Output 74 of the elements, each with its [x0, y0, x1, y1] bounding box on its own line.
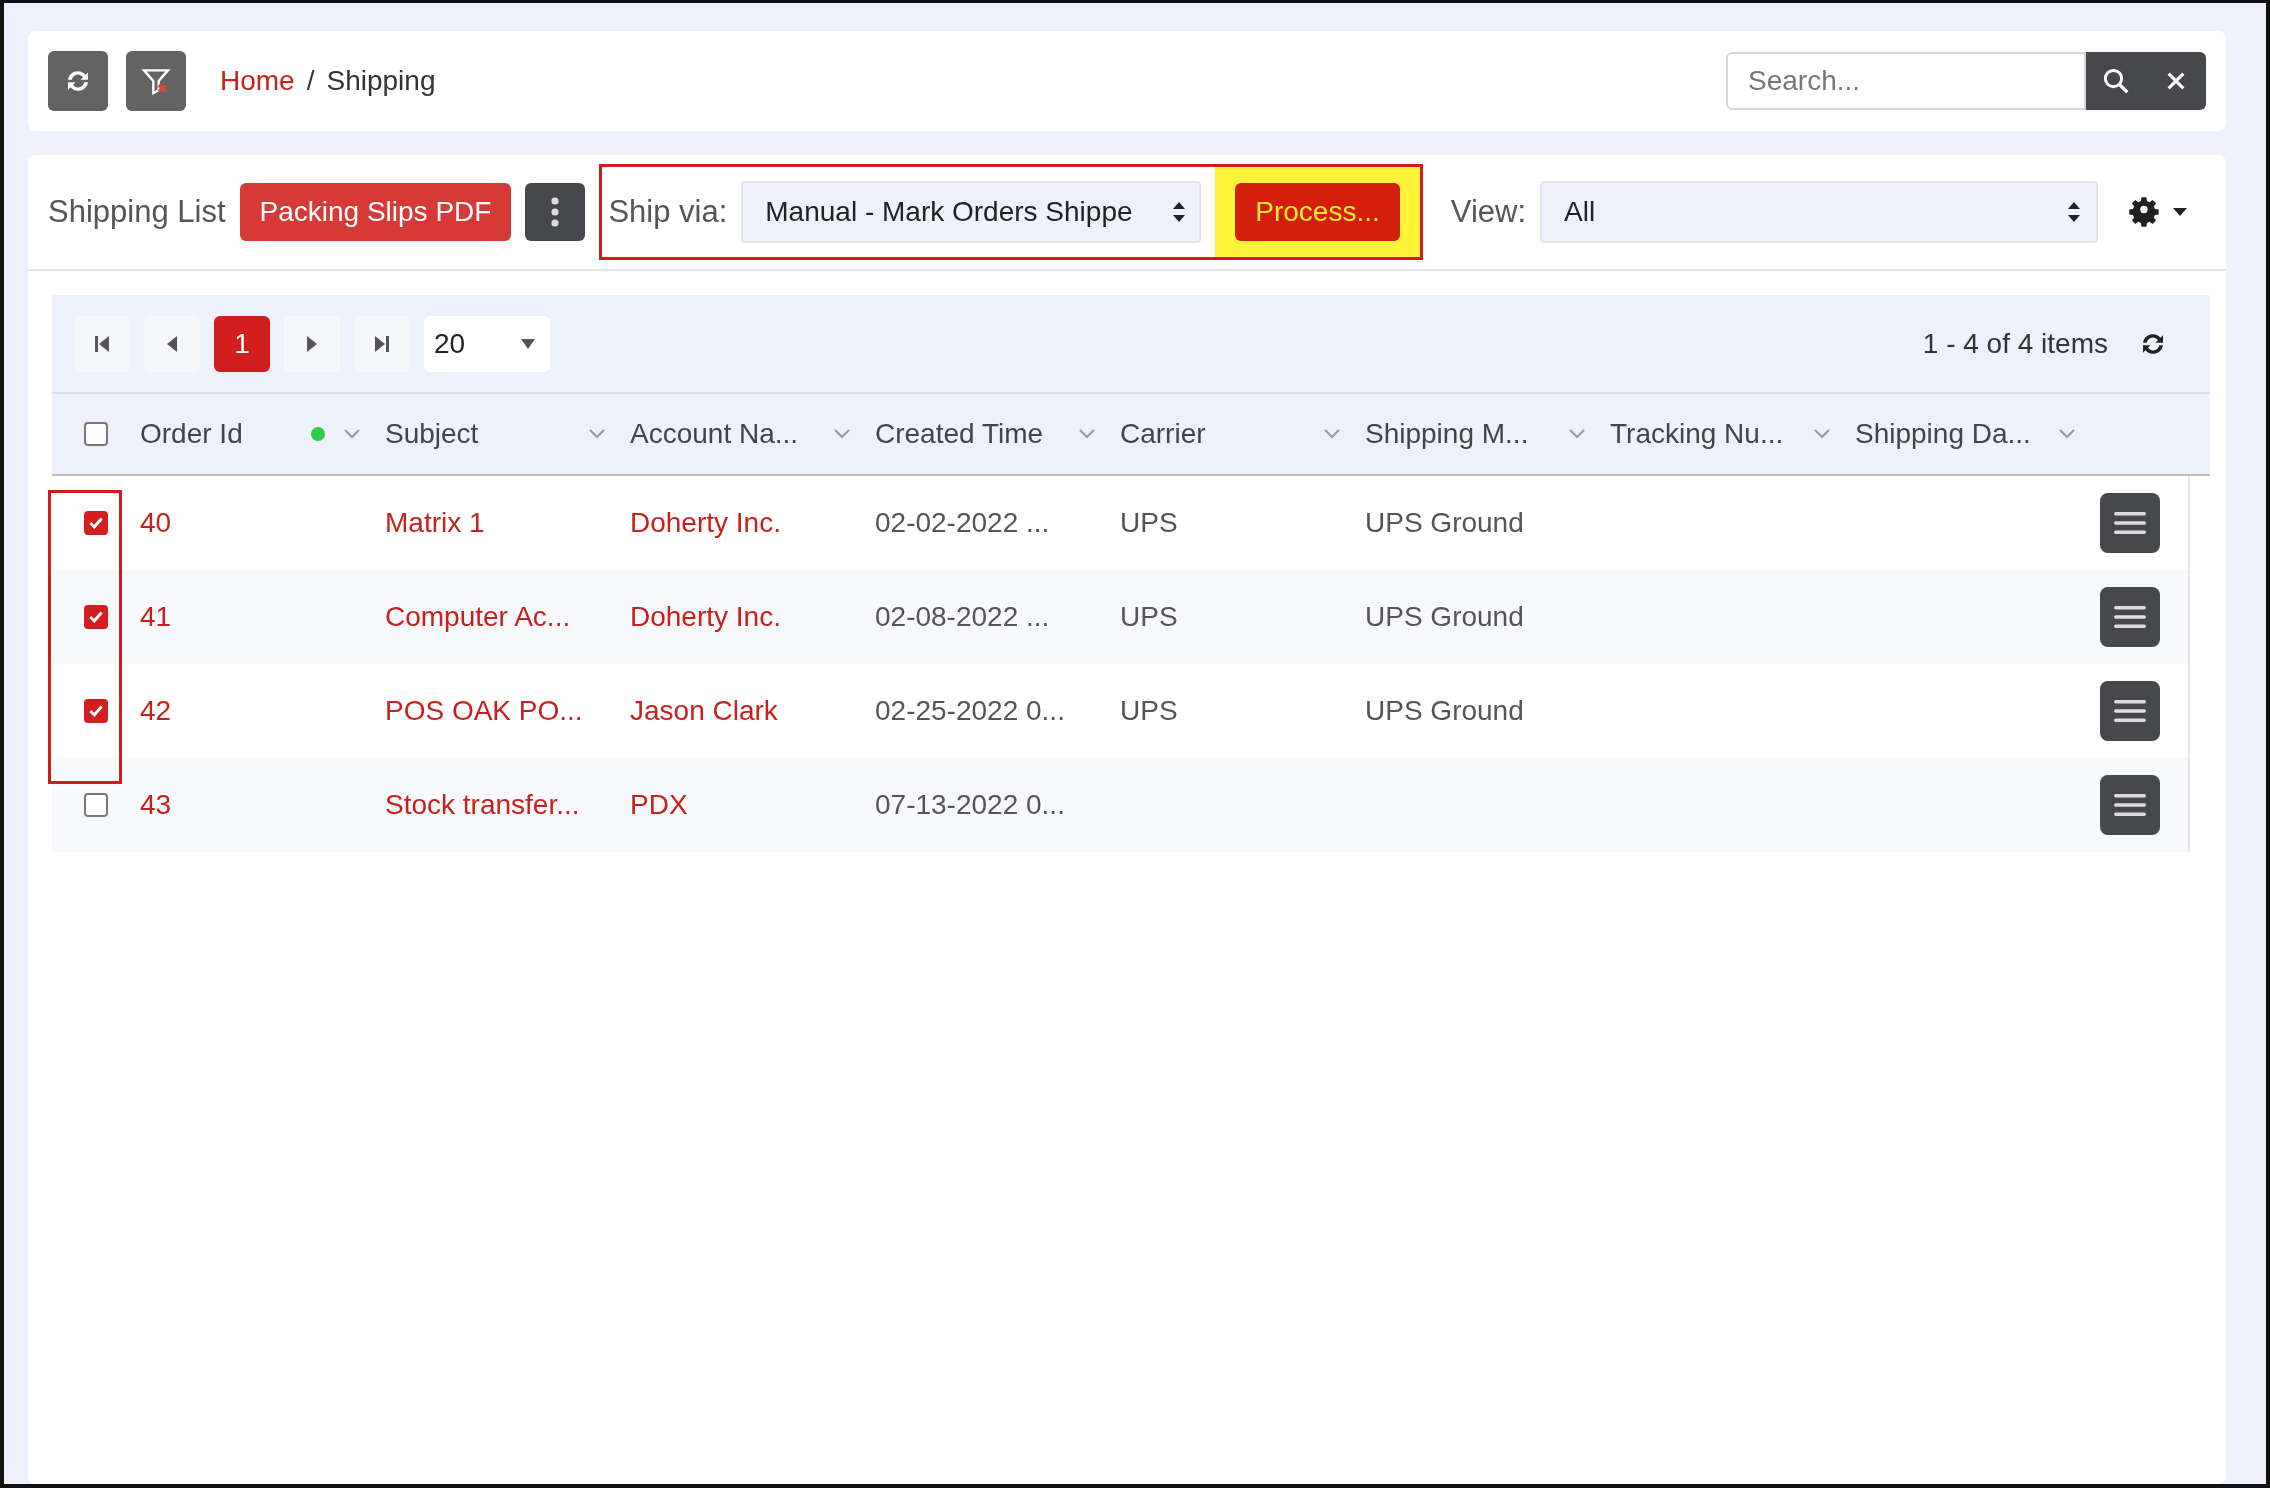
column-header[interactable]: Shipping M... [1365, 418, 1529, 450]
table-link[interactable]: POS OAK PO... [385, 695, 583, 727]
table-link[interactable]: Jason Clark [630, 695, 778, 727]
packing-slips-button[interactable]: Packing Slips PDF [239, 183, 512, 241]
column-header[interactable]: Tracking Nu... [1610, 418, 1784, 450]
row-checkbox[interactable] [84, 793, 108, 817]
column-header[interactable]: Shipping Da... [1855, 418, 2031, 450]
ship-via-label: Ship via: [608, 194, 728, 230]
column-header[interactable]: Order Id [140, 418, 243, 450]
row-menu-button[interactable] [2100, 493, 2160, 553]
items-summary: 1 - 4 of 4 items [1922, 327, 2108, 360]
table-link[interactable]: Matrix 1 [385, 507, 485, 539]
table-cell: 07-13-2022 0... [875, 789, 1065, 821]
first-page-icon [93, 333, 111, 354]
table-cell: UPS Ground [1365, 695, 1524, 727]
menu-icon [2113, 510, 2147, 536]
column-header[interactable]: Subject [385, 418, 479, 450]
previous-page-icon [165, 333, 179, 354]
table-link[interactable]: Doherty Inc. [630, 601, 781, 633]
column-header[interactable]: Created Time [875, 418, 1044, 450]
clear-filter-button[interactable] [126, 51, 186, 111]
refresh-button[interactable] [48, 51, 108, 111]
settings-icon [2128, 196, 2161, 228]
page-size-select[interactable]: 20 [424, 315, 550, 372]
row-checkbox[interactable] [84, 699, 108, 723]
view-select[interactable]: All [1540, 181, 2099, 243]
table-link[interactable]: Computer Ac... [385, 601, 571, 633]
more-options-button[interactable] [525, 183, 586, 241]
first-page-button[interactable] [74, 315, 130, 372]
search-field[interactable]: Search... [1726, 52, 2086, 110]
table-cell: UPS Ground [1365, 601, 1524, 633]
menu-icon [2113, 792, 2147, 818]
page-button[interactable]: 1 [214, 315, 270, 372]
breadcrumb-link[interactable]: Home [220, 65, 295, 97]
row-menu-button[interactable] [2100, 681, 2160, 741]
table-cell: UPS [1120, 507, 1178, 539]
row-checkbox[interactable] [84, 605, 108, 629]
table-link[interactable]: Stock transfer... [385, 789, 580, 821]
menu-icon [2113, 604, 2147, 630]
last-page-icon [373, 333, 391, 354]
table-link[interactable]: 41 [140, 601, 172, 633]
menu-icon [2113, 698, 2147, 724]
close-icon [2165, 70, 2187, 92]
table-link[interactable]: 40 [140, 507, 172, 539]
table-cell: 02-08-2022 ... [875, 601, 1050, 633]
list-title: Shipping List [48, 194, 226, 230]
process-button[interactable]: Process... [1235, 183, 1400, 241]
breadcrumb-current: Shipping [326, 65, 436, 97]
table-link[interactable]: PDX [630, 789, 688, 821]
kebab-icon [550, 196, 561, 228]
row-menu-button[interactable] [2100, 587, 2160, 647]
table-link[interactable]: Doherty Inc. [630, 507, 781, 539]
select-all-checkbox[interactable] [84, 422, 108, 446]
row-menu-button[interactable] [2100, 775, 2160, 835]
table-cell: UPS Ground [1365, 507, 1524, 539]
table-cell: UPS [1120, 601, 1178, 633]
next-page-button[interactable] [284, 315, 340, 372]
search-icon [2101, 66, 2131, 96]
last-page-button[interactable] [354, 315, 410, 372]
row-checkbox[interactable] [84, 511, 108, 535]
dropdown-arrow-icon [520, 337, 536, 350]
view-label: View: [1450, 194, 1527, 230]
caret-icon [2172, 207, 2189, 217]
previous-page-button[interactable] [144, 315, 200, 372]
table-cell: 02-02-2022 ... [875, 507, 1050, 539]
table-link[interactable]: 42 [140, 695, 172, 727]
ship-via-select[interactable]: Manual - Mark Orders Shippe [741, 181, 1202, 243]
table-cell: 02-25-2022 0... [875, 695, 1065, 727]
table-link[interactable]: 43 [140, 789, 172, 821]
breadcrumb-separator: / [306, 65, 315, 97]
table-cell: UPS [1120, 695, 1178, 727]
next-page-icon [305, 333, 319, 354]
column-header[interactable]: Account Na... [630, 418, 799, 450]
column-header[interactable]: Carrier [1120, 418, 1206, 450]
